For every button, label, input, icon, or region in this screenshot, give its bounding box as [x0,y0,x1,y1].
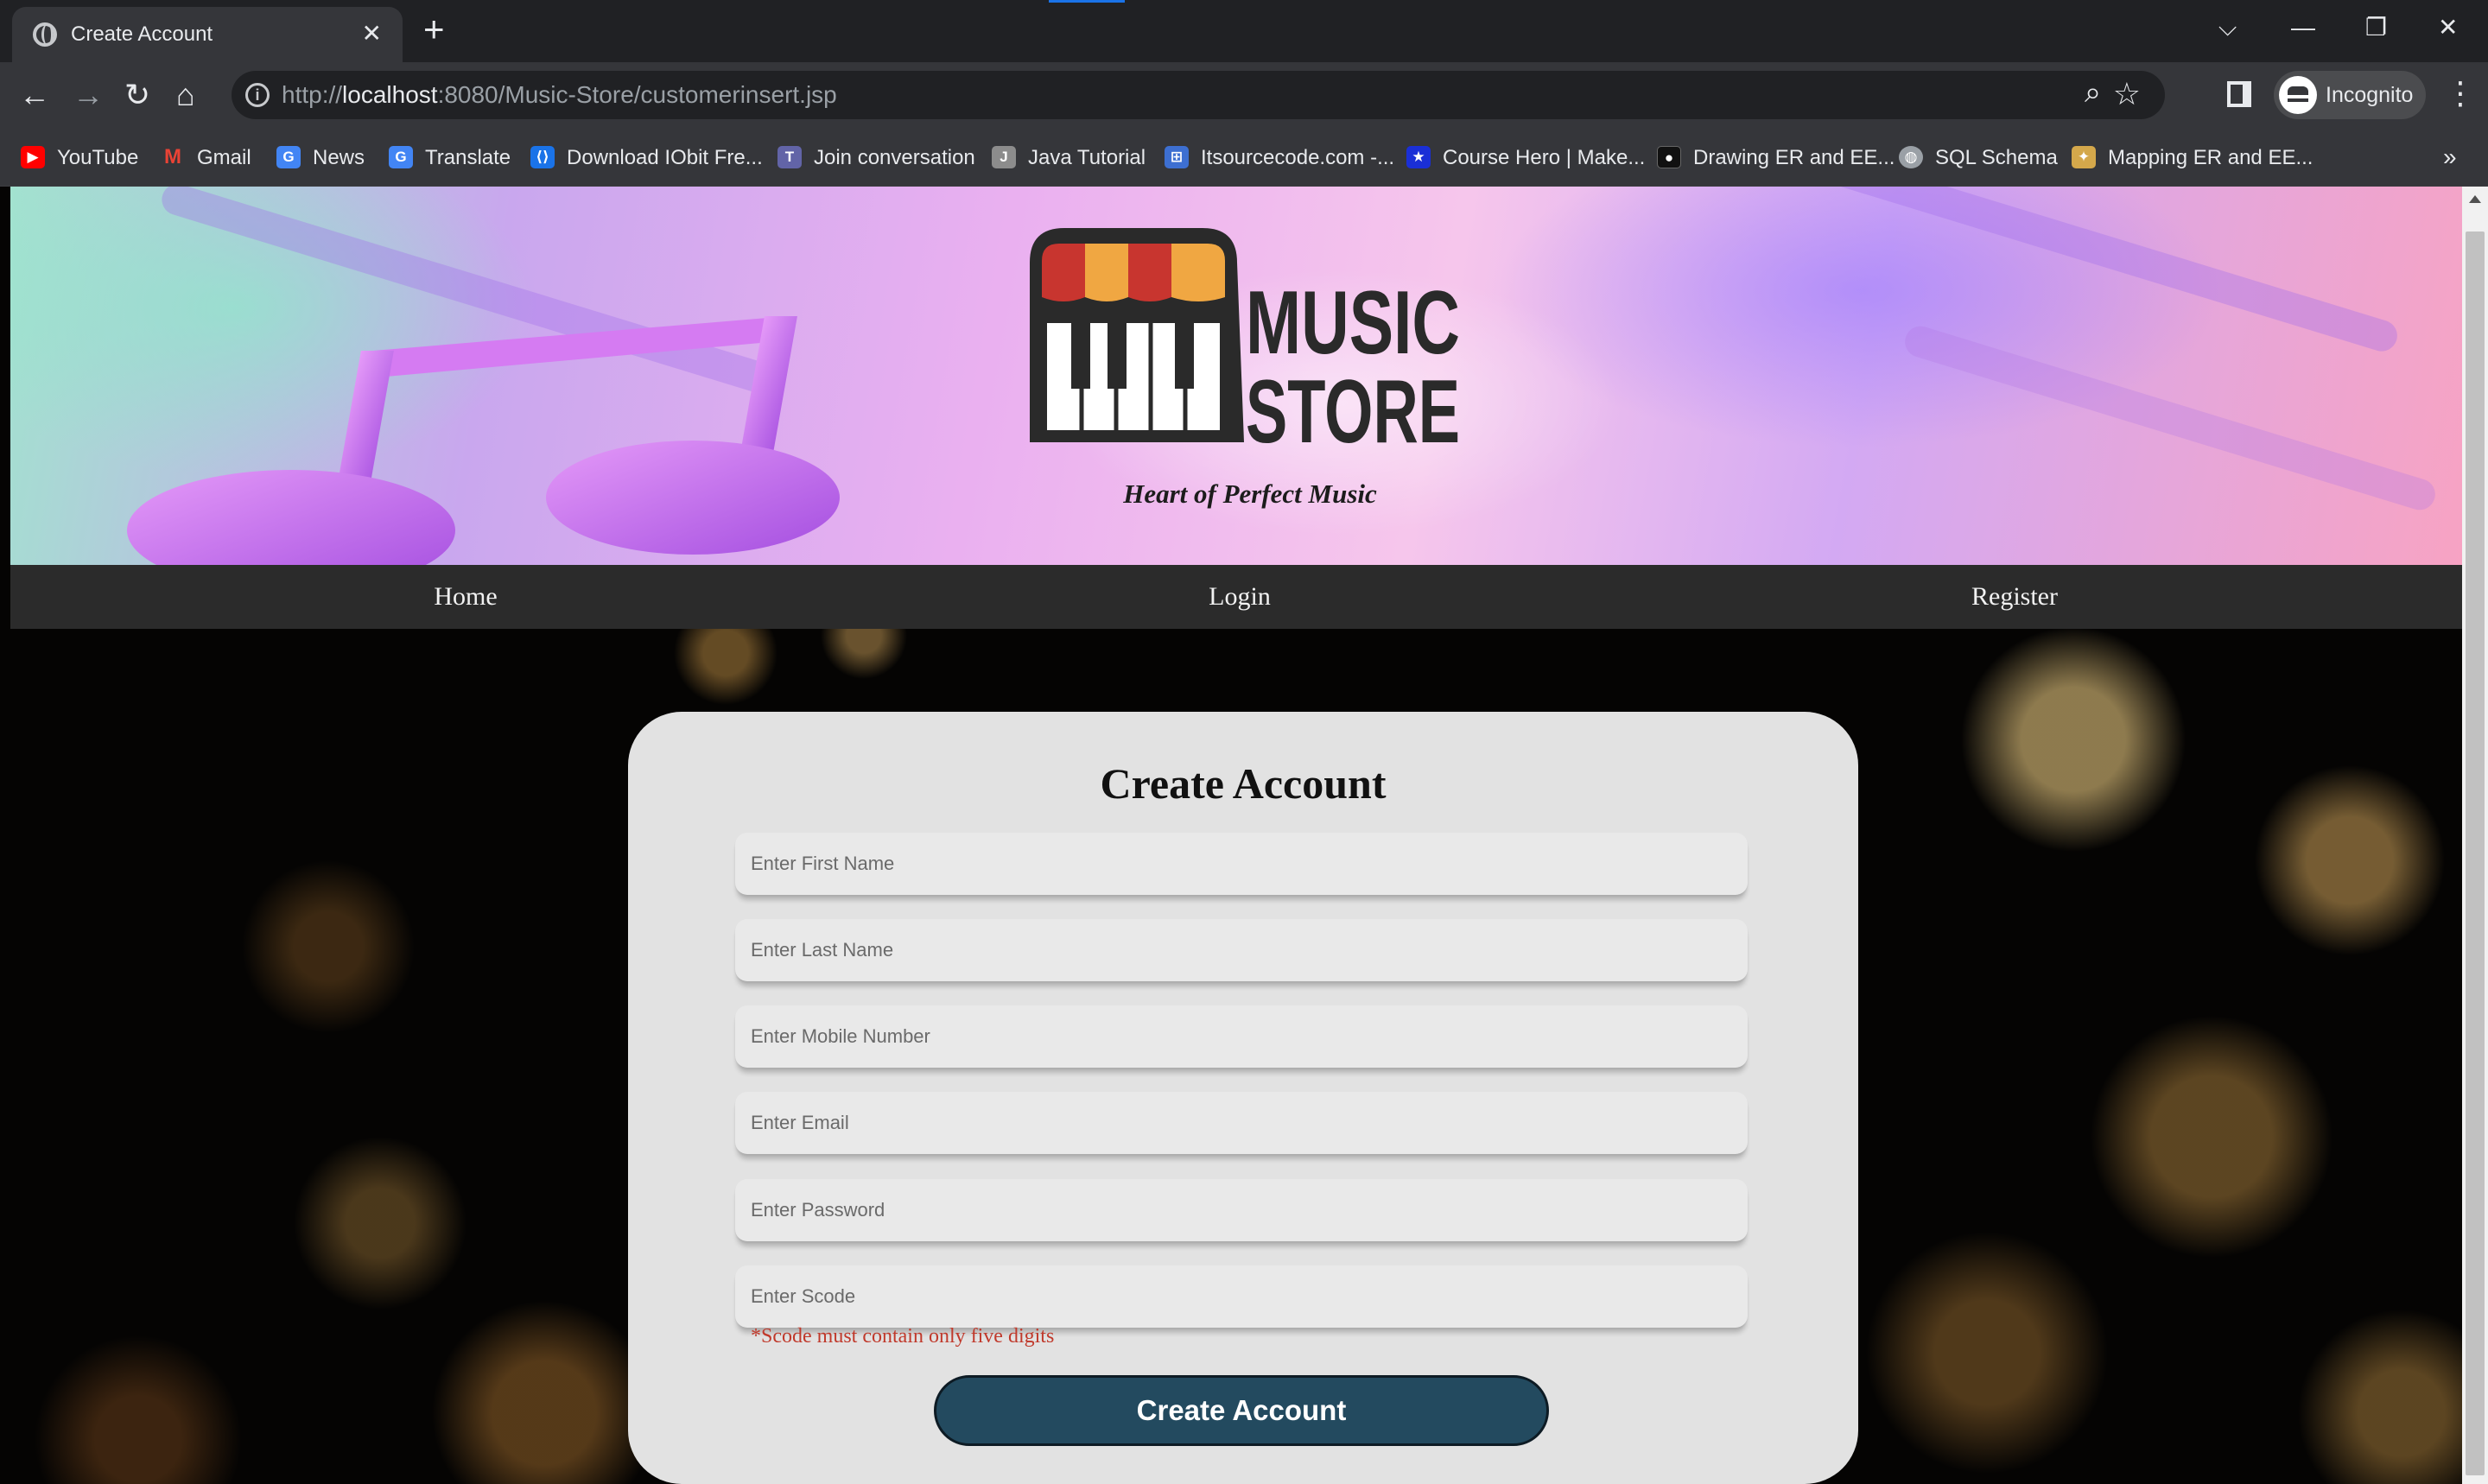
google-news-icon: G [276,145,301,168]
bookmark-itsourcecode[interactable]: ⊞ Itsourcecode.com -... [1165,145,1394,171]
bookmark-news[interactable]: G News [276,145,365,171]
site-tagline: Heart of Perfect Music [1123,479,1377,509]
teams-icon: T [778,145,802,168]
scode-input[interactable] [735,1265,1748,1328]
nav-login[interactable]: Login [1110,582,1369,612]
menu-icon[interactable]: ⋮ [2445,76,2476,111]
site-info-icon[interactable]: i [245,83,270,107]
tab-strip-indicator [1049,0,1125,3]
bookmark-mapping-er[interactable]: ✦ Mapping ER and EE... [2072,145,2313,171]
mobile-number-input[interactable] [735,1005,1748,1068]
globe-icon [33,22,57,47]
restore-icon[interactable]: ❐ [2365,10,2387,45]
window-close-icon[interactable]: ✕ [2438,10,2458,45]
create-account-button[interactable]: Create Account [934,1375,1549,1446]
itsourcecode-icon: ⊞ [1165,145,1189,168]
logo-text-store: STORE [1246,362,1460,462]
incognito-icon [2279,76,2317,114]
scroll-up-icon[interactable] [2469,195,2481,203]
bookmark-gmail[interactable]: M Gmail [161,145,251,171]
gmail-icon: M [164,144,181,168]
nav-register[interactable]: Register [1885,582,2144,612]
banner-streak [1714,187,2402,356]
tab-search-icon[interactable]: ⌵ [2218,10,2237,45]
google-translate-icon: G [389,145,413,168]
home-icon[interactable]: ⌂ [176,78,195,112]
url-text[interactable]: http://localhost:8080/Music-Store/custom… [282,81,837,109]
nav-home[interactable]: Home [336,582,595,612]
tab-title: Create Account [71,22,213,46]
banner-streak [1901,322,2440,514]
bookmark-join-conversation[interactable]: T Join conversation [778,145,975,171]
tab-create-account[interactable]: Create Account ✕ [12,7,403,62]
more-bookmarks-icon[interactable]: » [2443,143,2457,171]
bookmark-iobit[interactable]: ⟨⟩ Download IObit Fre... [530,145,763,171]
page-viewport: MUSIC STORE Heart of Perfect Music Home … [0,187,2488,1484]
incognito-badge[interactable]: Incognito [2274,71,2426,119]
reload-icon[interactable]: ↻ [124,78,150,112]
first-name-input[interactable] [735,833,1748,895]
globe-icon: ◍ [1899,145,1923,168]
last-name-input[interactable] [735,919,1748,981]
ai-icon: ✦ [2072,145,2096,168]
new-tab-button[interactable]: + [423,10,445,48]
iobit-icon: ⟨⟩ [530,145,555,168]
music-store-logo: MUSIC STORE [1030,228,1460,462]
page-scrollbar[interactable] [2462,187,2488,1484]
bookmarks-bar: ▶ YouTube M Gmail G News G Translate ⟨⟩ Downl… [0,128,2488,187]
bookmark-translate[interactable]: G Translate [389,145,511,171]
zoom-icon[interactable]: ⌕ [2085,76,2101,110]
incognito-label: Incognito [2326,83,2414,107]
bookmark-course-hero[interactable]: ★ Course Hero | Make... [1406,145,1645,171]
forward-icon[interactable]: → [73,78,104,112]
video-icon: ● [1657,145,1681,168]
scrollbar-thumb[interactable] [2466,231,2485,1475]
site-nav: Home Login Register [10,565,2462,629]
youtube-icon: ▶ [21,145,45,168]
password-input[interactable] [735,1179,1748,1241]
back-icon[interactable]: ← [19,78,50,112]
email-input[interactable] [735,1092,1748,1154]
scode-hint: *Scode must contain only five digits [751,1325,1055,1348]
coursehero-icon: ★ [1406,145,1431,168]
side-panel-icon[interactable] [2227,81,2251,107]
bookmark-youtube[interactable]: ▶ YouTube [21,145,138,171]
music-note-icon [127,316,840,565]
close-tab-icon[interactable]: ✕ [362,19,382,48]
logo-text-music: MUSIC [1246,273,1460,373]
address-bar[interactable]: i http://localhost:8080/Music-Store/cust… [232,71,2165,119]
minimize-icon[interactable]: — [2291,10,2315,45]
form-title: Create Account [1100,759,1387,808]
tab-strip: Create Account ✕ + ⌵ — ❐ ✕ [0,0,2488,62]
bookmark-sql-schema[interactable]: ◍ SQL Schema [1899,145,2058,171]
browser-toolbar: ← → ↻ ⌂ i http://localhost:8080/Music-St… [0,62,2488,128]
bookmark-drawing-er[interactable]: ● Drawing ER and EE... [1657,145,1895,171]
header-banner: MUSIC STORE Heart of Perfect Music [10,187,2462,565]
bookmark-java-tutorial[interactable]: J Java Tutorial [992,145,1146,171]
java-tutorial-icon: J [992,145,1016,168]
bookmark-star-icon[interactable]: ☆ [2113,76,2141,112]
